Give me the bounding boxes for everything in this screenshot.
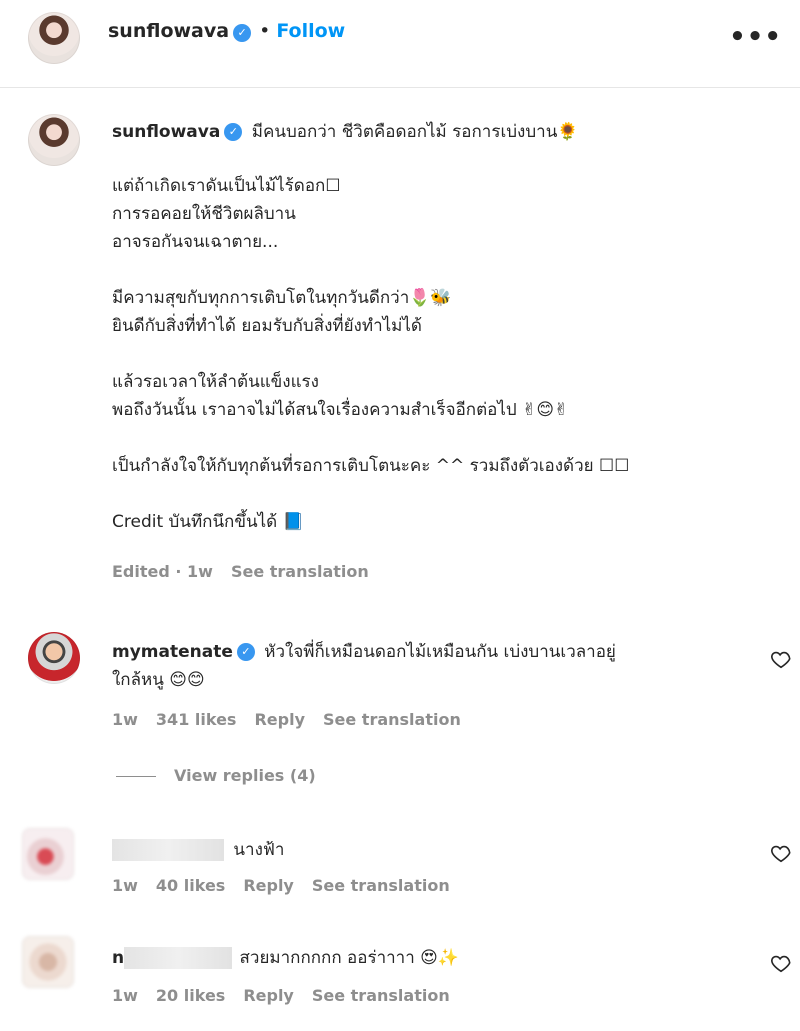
caption-first-line: sunflowava ✓ มีคนบอกว่า ชีวิตคือดอกไม้ รอ… [112, 118, 579, 145]
comment-text: นางฟ้า [233, 840, 285, 860]
replies-divider-line [116, 776, 156, 777]
caption-line: แล้วรอเวลาให้ลำต้นแข็งแรง [112, 372, 319, 392]
comment-time: 1w [112, 986, 138, 1005]
author-avatar[interactable] [28, 12, 80, 64]
comment-likes[interactable]: 20 likes [156, 986, 225, 1005]
comment-likes[interactable]: 40 likes [156, 876, 225, 895]
verified-badge-icon: ✓ [224, 123, 243, 141]
comment-time: 1w [112, 876, 138, 895]
see-translation-link[interactable]: See translation [231, 562, 369, 581]
edited-time: Edited · 1w [112, 562, 213, 581]
header-user-row: sunflowava ✓ • Follow [108, 20, 345, 42]
commenter-avatar[interactable] [28, 632, 80, 684]
view-replies-row[interactable]: View replies (4) [116, 766, 334, 785]
comment-text: ใกล้หนู 😊😊 [112, 670, 205, 690]
more-options-icon[interactable]: ••• [729, 22, 782, 52]
caption-meta: Edited · 1w See translation [112, 562, 387, 581]
separator-dot: • [259, 20, 271, 42]
header-username[interactable]: sunflowava [108, 20, 229, 42]
reply-button[interactable]: Reply [243, 986, 294, 1005]
redacted-username [112, 839, 224, 861]
comment-body: mymatenate ✓ หัวใจพี่ก็เหมือนดอกไม้เหมือน… [112, 638, 752, 694]
reply-button[interactable]: Reply [254, 710, 305, 729]
caption-line: อาจรอกันจนเฉาตาย... [112, 232, 279, 252]
caption-line: การรอคอยให้ชีวิตผลิบาน [112, 204, 296, 224]
heart-outline-icon[interactable] [770, 952, 792, 974]
comment-meta: 1w 20 likes Reply See translation [112, 986, 468, 1005]
heart-outline-icon[interactable] [770, 648, 792, 670]
caption-line: พอถึงวันนั้น เราอาจไม่ได้สนใจเรื่องความส… [112, 400, 569, 420]
caption-line: แต่ถ้าเกิดเราดันเป็นไม้ไร้ดอก☐ [112, 176, 341, 196]
heart-outline-icon[interactable] [770, 842, 792, 864]
comment-time: 1w [112, 710, 138, 729]
caption-author-avatar[interactable] [28, 114, 80, 166]
see-translation-link[interactable]: See translation [323, 710, 461, 729]
follow-button[interactable]: Follow [276, 20, 345, 42]
caption-line: มีความสุขกับทุกการเติบโตในทุกวันดีกว่า🌷🐝 [112, 288, 452, 308]
comment-body: นางฟ้า [112, 836, 284, 863]
commenter-avatar-blurred[interactable] [22, 936, 74, 988]
reply-button[interactable]: Reply [243, 876, 294, 895]
comment-username[interactable]: mymatenate [112, 642, 233, 662]
comment-likes[interactable]: 341 likes [156, 710, 237, 729]
caption-line: เป็นกำลังใจให้กับทุกต้นที่รอการเติบโตนะค… [112, 456, 630, 476]
see-translation-link[interactable]: See translation [312, 876, 450, 895]
post-header: sunflowava ✓ • Follow ••• [0, 0, 800, 88]
caption-line: มีคนบอกว่า ชีวิตคือดอกไม้ รอการเบ่งบาน🌻 [251, 122, 579, 142]
commenter-avatar-blurred[interactable] [22, 828, 74, 880]
comment-username-prefix[interactable]: n [112, 948, 124, 968]
view-replies-link[interactable]: View replies (4) [174, 766, 316, 785]
caption-username[interactable]: sunflowava [112, 122, 220, 142]
comment-text: หัวใจพี่ก็เหมือนดอกไม้เหมือนกัน เบ่งบานเ… [264, 642, 616, 662]
comment-text: สวยมากกกกก ออร่าาาา 😍✨ [239, 948, 460, 968]
redacted-username [124, 947, 233, 969]
caption-line: Credit บันทึกนึกขึ้นได้ 📘 [112, 512, 304, 532]
verified-badge-icon: ✓ [236, 643, 255, 661]
comment-body: n สวยมากกกกก ออร่าาาา 😍✨ [112, 944, 459, 971]
caption-line: ยินดีกับสิ่งที่ทำได้ ยอมรับกับสิ่งที่ยัง… [112, 316, 422, 336]
comment-meta: 1w 40 likes Reply See translation [112, 876, 468, 895]
see-translation-link[interactable]: See translation [312, 986, 450, 1005]
verified-badge-icon: ✓ [233, 23, 252, 42]
comment-meta: 1w 341 likes Reply See translation [112, 710, 479, 729]
